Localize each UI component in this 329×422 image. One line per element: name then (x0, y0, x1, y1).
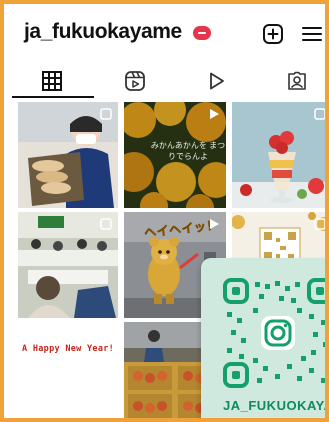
post-caption-mikan: みかんあかんを まつりでらんよ (150, 141, 226, 161)
profile-header: ja_fukuokayame (4, 4, 325, 56)
hamburger-menu-icon[interactable] (300, 22, 324, 46)
grid-icon (42, 71, 62, 91)
reels-icon (125, 71, 145, 91)
multi-post-icon (100, 218, 112, 230)
selected-tab-indicator (12, 96, 94, 98)
post-tile-parfait[interactable] (232, 102, 325, 208)
post-tile-mikan[interactable]: みかんあかんを まつりでらんよ (124, 102, 226, 208)
instagram-qr-code (223, 278, 325, 388)
video-play-icon (210, 219, 219, 229)
multi-post-icon (314, 108, 325, 120)
notification-badge-icon[interactable] (193, 26, 211, 40)
tab-tagged[interactable] (257, 66, 325, 96)
post-caption-newyear: A Happy New Year! (22, 344, 115, 354)
profile-username[interactable]: ja_fukuokayame (24, 20, 182, 44)
screenshot-frame: ja_fukuokayame みかんあかんを まつりでらんよ ヘイヘイッ！ A … (0, 0, 329, 422)
post-tile-newyear[interactable]: A Happy New Year! (18, 322, 118, 418)
tab-reels[interactable] (95, 66, 175, 96)
tagged-icon (288, 71, 306, 90)
tab-grid[interactable] (12, 66, 92, 96)
video-play-icon (210, 109, 219, 119)
tab-videos[interactable] (176, 66, 256, 96)
add-post-icon[interactable] (261, 22, 285, 46)
post-tile-meeting[interactable] (18, 212, 118, 318)
post-tile-bread[interactable] (18, 102, 118, 208)
multi-post-icon (314, 218, 325, 230)
multi-post-icon (100, 108, 112, 120)
profile-tabs (4, 66, 325, 96)
qr-code-card: JA_FUKUOKAYAME (201, 258, 325, 418)
qr-username-label: JA_FUKUOKAYAME (223, 398, 325, 413)
play-icon (210, 72, 224, 90)
